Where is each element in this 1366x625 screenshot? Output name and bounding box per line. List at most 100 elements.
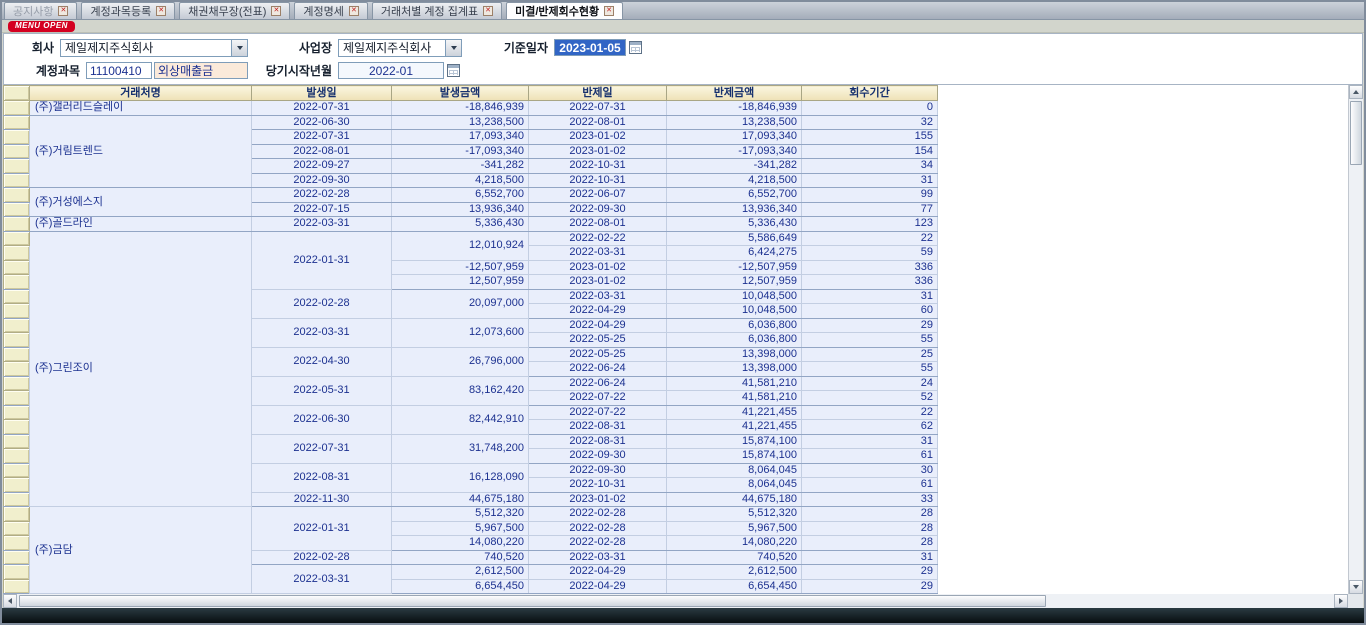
occur-amount-cell[interactable]: 6,552,700 (392, 188, 529, 203)
row-header-cell[interactable] (4, 362, 30, 377)
collect-days-cell[interactable]: 55 (802, 333, 938, 348)
occur-amount-cell[interactable]: -12,507,959 (392, 260, 529, 275)
occur-amount-cell[interactable]: 20,097,000 (392, 289, 529, 318)
occur-date-cell[interactable]: 2022-04-30 (252, 347, 392, 376)
occur-date-cell[interactable]: 2022-07-31 (252, 130, 392, 145)
occur-amount-cell[interactable]: 6,654,450 (392, 579, 529, 594)
collect-days-cell[interactable]: 34 (802, 159, 938, 174)
occur-amount-cell[interactable]: 31,748,200 (392, 434, 529, 463)
occur-amount-cell[interactable]: 82,442,910 (392, 405, 529, 434)
settle-date-cell[interactable]: 2022-02-28 (529, 536, 667, 551)
settle-amount-cell[interactable]: 10,048,500 (667, 289, 802, 304)
collect-days-cell[interactable]: 28 (802, 521, 938, 536)
occur-date-cell[interactable]: 2022-03-31 (252, 217, 392, 232)
row-header-cell[interactable] (4, 188, 30, 203)
tab-2[interactable]: 계정과목등록✕ (81, 2, 175, 19)
settle-date-cell[interactable]: 2022-06-07 (529, 188, 667, 203)
settle-date-cell[interactable]: 2022-05-25 (529, 347, 667, 362)
collect-days-cell[interactable]: 29 (802, 318, 938, 333)
settle-date-cell[interactable]: 2023-01-02 (529, 144, 667, 159)
tab-3[interactable]: 채권채무장(전표)✕ (179, 2, 290, 19)
row-header-cell[interactable] (4, 246, 30, 261)
collect-days-cell[interactable]: 77 (802, 202, 938, 217)
collect-days-cell[interactable]: 31 (802, 289, 938, 304)
occur-date-cell[interactable]: 2022-02-28 (252, 289, 392, 318)
occur-date-cell[interactable]: 2022-07-31 (252, 101, 392, 116)
row-header-cell[interactable] (4, 217, 30, 232)
row-header-cell[interactable] (4, 376, 30, 391)
tab-1[interactable]: 공지사항✕ (4, 2, 77, 19)
settle-amount-cell[interactable]: 15,874,100 (667, 434, 802, 449)
occur-amount-cell[interactable]: 740,520 (392, 550, 529, 565)
row-header-cell[interactable] (4, 260, 30, 275)
occur-date-cell[interactable]: 2022-02-28 (252, 188, 392, 203)
settle-date-cell[interactable]: 2022-10-31 (529, 478, 667, 493)
settle-amount-cell[interactable]: 13,398,000 (667, 362, 802, 377)
collect-days-cell[interactable]: 22 (802, 405, 938, 420)
collect-days-cell[interactable]: 59 (802, 246, 938, 261)
settle-date-cell[interactable]: 2022-05-25 (529, 333, 667, 348)
calendar-icon[interactable] (629, 41, 642, 54)
column-header[interactable]: 반제금액 (667, 86, 802, 101)
occur-date-cell[interactable]: 2022-09-27 (252, 159, 392, 174)
row-header-cell[interactable] (4, 507, 30, 522)
row-header-cell[interactable] (4, 550, 30, 565)
settle-amount-cell[interactable]: 6,036,800 (667, 318, 802, 333)
scroll-left-button[interactable] (3, 594, 17, 608)
row-header-cell[interactable] (4, 231, 30, 246)
settle-date-cell[interactable]: 2022-06-24 (529, 376, 667, 391)
collect-days-cell[interactable]: 29 (802, 565, 938, 580)
settle-date-cell[interactable]: 2022-08-31 (529, 434, 667, 449)
account-code-input[interactable]: 11100410 (86, 62, 152, 79)
collect-days-cell[interactable]: 154 (802, 144, 938, 159)
occur-amount-cell[interactable]: 5,336,430 (392, 217, 529, 232)
occur-amount-cell[interactable]: 13,936,340 (392, 202, 529, 217)
collect-days-cell[interactable]: 61 (802, 449, 938, 464)
row-header-cell[interactable] (4, 391, 30, 406)
settle-date-cell[interactable]: 2023-01-02 (529, 260, 667, 275)
row-header-cell[interactable] (4, 318, 30, 333)
collect-days-cell[interactable]: 28 (802, 507, 938, 522)
tab-close-icon[interactable]: ✕ (271, 6, 281, 16)
occur-amount-cell[interactable]: 12,507,959 (392, 275, 529, 290)
period-start-input[interactable]: 2022-01 (338, 62, 444, 79)
collect-days-cell[interactable]: 336 (802, 275, 938, 290)
occur-date-cell[interactable]: 2022-03-31 (252, 565, 392, 594)
collect-days-cell[interactable]: 31 (802, 434, 938, 449)
settle-date-cell[interactable]: 2022-09-30 (529, 463, 667, 478)
settle-date-cell[interactable]: 2022-06-24 (529, 362, 667, 377)
collect-days-cell[interactable]: 62 (802, 420, 938, 435)
row-header-cell[interactable] (4, 420, 30, 435)
row-header-cell[interactable] (4, 144, 30, 159)
occur-amount-cell[interactable]: 2,612,500 (392, 565, 529, 580)
settle-amount-cell[interactable]: 6,552,700 (667, 188, 802, 203)
row-header-cell[interactable] (4, 173, 30, 188)
column-header[interactable]: 회수기간 (802, 86, 938, 101)
settle-amount-cell[interactable]: 8,064,045 (667, 463, 802, 478)
row-header-cell[interactable] (4, 159, 30, 174)
occur-amount-cell[interactable]: 44,675,180 (392, 492, 529, 507)
row-header-cell[interactable] (4, 115, 30, 130)
settle-date-cell[interactable]: 2022-07-22 (529, 405, 667, 420)
settle-date-cell[interactable]: 2022-02-28 (529, 507, 667, 522)
collect-days-cell[interactable]: 0 (802, 101, 938, 116)
settle-amount-cell[interactable]: 41,221,455 (667, 405, 802, 420)
occur-amount-cell[interactable]: 13,238,500 (392, 115, 529, 130)
settle-amount-cell[interactable]: -12,507,959 (667, 260, 802, 275)
settle-amount-cell[interactable]: 41,221,455 (667, 420, 802, 435)
settle-amount-cell[interactable]: 17,093,340 (667, 130, 802, 145)
row-header-cell[interactable] (4, 565, 30, 580)
occur-amount-cell[interactable]: 16,128,090 (392, 463, 529, 492)
settle-date-cell[interactable]: 2022-04-29 (529, 579, 667, 594)
settle-date-cell[interactable]: 2022-08-01 (529, 115, 667, 130)
settle-date-cell[interactable]: 2022-10-31 (529, 159, 667, 174)
settle-date-cell[interactable]: 2022-02-28 (529, 521, 667, 536)
scroll-up-button[interactable] (1349, 85, 1363, 99)
customer-cell[interactable]: (주)그린조이 (30, 231, 252, 507)
scroll-down-button[interactable] (1349, 580, 1363, 594)
occur-amount-cell[interactable]: 12,073,600 (392, 318, 529, 347)
settle-date-cell[interactable]: 2022-07-31 (529, 101, 667, 116)
settle-date-cell[interactable]: 2022-08-01 (529, 217, 667, 232)
settle-amount-cell[interactable]: 13,398,000 (667, 347, 802, 362)
settle-date-cell[interactable]: 2023-01-02 (529, 492, 667, 507)
